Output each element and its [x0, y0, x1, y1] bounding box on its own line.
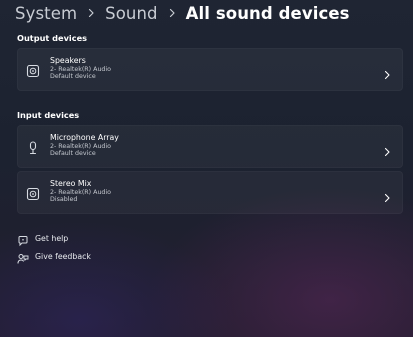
device-status: Default device: [50, 150, 96, 158]
speaker-device-icon: [26, 186, 40, 201]
device-status: Default device: [50, 73, 96, 81]
output-device-speakers[interactable]: Speakers 2- Realtek(R) Audio Default dev…: [17, 48, 403, 91]
microphone-icon: [26, 140, 40, 155]
output-devices-heading: Output devices: [17, 33, 87, 43]
device-name: Speakers: [50, 56, 86, 65]
give-feedback-label: Give feedback: [35, 251, 91, 261]
page-title: All sound devices: [185, 3, 350, 23]
input-device-microphone-array[interactable]: Microphone Array 2- Realtek(R) Audio Def…: [17, 125, 403, 168]
get-help-link[interactable]: Get help: [17, 231, 69, 247]
chevron-right-icon: [382, 65, 392, 80]
give-feedback-link[interactable]: Give feedback: [17, 249, 91, 264]
help-icon: [17, 232, 29, 247]
speaker-device-icon: [26, 63, 40, 78]
input-devices-heading: Input devices: [17, 110, 80, 120]
feedback-icon: [17, 250, 29, 264]
chevron-right-icon: [382, 188, 392, 203]
breadcrumb-sound[interactable]: Sound: [105, 4, 157, 23]
chevron-right-icon: [162, 3, 182, 23]
breadcrumb: System Sound All sound devices: [15, 0, 350, 26]
input-device-stereo-mix[interactable]: Stereo Mix 2- Realtek(R) Audio Disabled: [17, 171, 403, 214]
chevron-right-icon: [382, 142, 392, 157]
device-name: Stereo Mix: [50, 179, 92, 188]
device-status: Disabled: [50, 196, 78, 204]
device-name: Microphone Array: [50, 133, 119, 142]
chevron-right-icon: [81, 3, 101, 23]
breadcrumb-system[interactable]: System: [15, 4, 77, 23]
get-help-label: Get help: [35, 233, 69, 243]
